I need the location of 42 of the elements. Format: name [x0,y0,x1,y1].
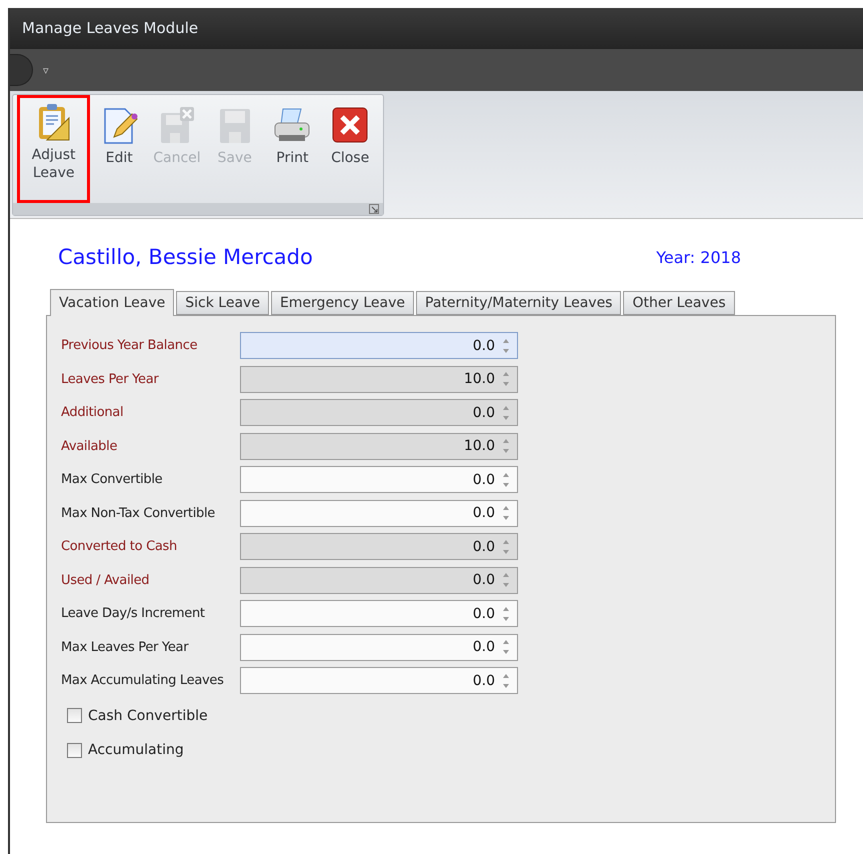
window-title: Manage Leaves Module [22,19,198,37]
field-label: Max Leaves Per Year [61,640,190,654]
quick-access-menu[interactable]: ▿ [43,64,49,76]
toolbar-button[interactable]: Close [321,101,380,203]
toolbar-button[interactable]: Adjust Leave [17,95,90,203]
tab[interactable]: Other Leaves [623,291,735,315]
checkbox[interactable] [67,708,82,723]
field-label: Available [61,438,118,454]
checkbox-label: Cash Convertible [88,708,208,724]
year-label: Year: 2018 [656,248,741,266]
number-field[interactable]: 0.0 [240,500,518,526]
checkbox-label: Accumulating [88,742,184,758]
number-field[interactable]: 0.0 [240,600,518,627]
toolbar-button[interactable]: Print [264,101,322,203]
field-label: Max Accumulating Leaves [61,673,225,688]
checkbox[interactable] [67,742,82,758]
number-field[interactable]: 0.0 [240,466,518,493]
tab[interactable]: Emergency Leave [270,291,414,315]
number-field[interactable]: 0.0 [240,399,518,426]
field-label: Additional [61,405,124,420]
tab[interactable]: Vacation Leave [50,289,174,316]
field-label: Previous Year Balance [61,338,198,353]
close-icon [331,105,370,145]
field-label: Leave Day/s Increment [61,606,206,621]
employee-name: Castillo, Bessie Mercado [58,245,313,269]
field-label: Converted to Cash [61,539,178,554]
field-label: Leaves Per Year [61,372,160,386]
number-field[interactable]: 0.0 [240,667,518,694]
application-menu-orb[interactable] [10,54,33,86]
number-field[interactable]: 0.0 [240,566,518,594]
number-field[interactable]: 10.0 [240,366,518,392]
number-field[interactable]: 0.0 [240,634,518,660]
dialog-launcher-icon[interactable] [369,204,379,214]
field-label: Max Non-Tax Convertible [61,506,216,520]
toolbar-button[interactable]: Edit [90,101,148,203]
field-label: Max Convertible [61,472,164,487]
number-field[interactable]: 0.0 [240,332,518,359]
field-label: Used / Availed [61,572,150,588]
tab[interactable]: Sick Leave [176,291,269,315]
tab[interactable]: Paternity/Maternity Leaves [416,291,622,315]
number-field[interactable]: 0.0 [240,533,518,560]
number-field[interactable]: 10.0 [240,432,518,460]
